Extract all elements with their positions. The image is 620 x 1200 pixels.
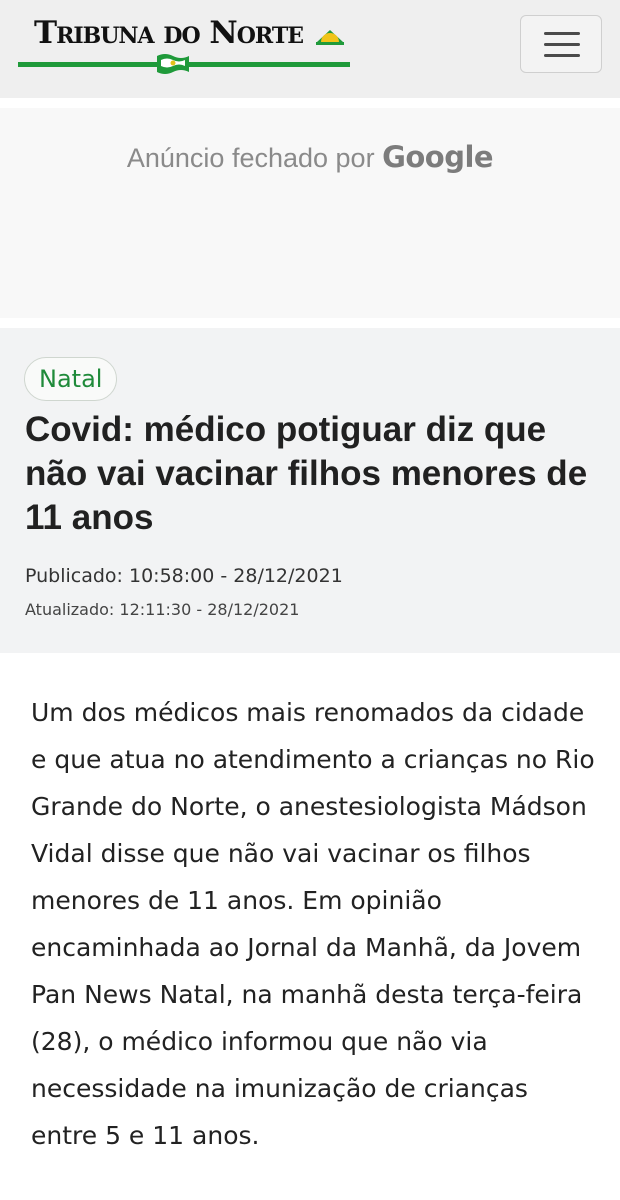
spacer [0, 98, 620, 108]
spacer [0, 318, 620, 328]
updated-date: Atualizado: 12:11:30 - 28/12/2021 [25, 600, 300, 619]
published-date: Publicado: 10:58:00 - 28/12/2021 [25, 565, 343, 587]
site-logo[interactable]: Tribuna do Norte [18, 12, 350, 76]
hamburger-menu-icon-bar [544, 54, 580, 57]
hamburger-menu-icon-bar [544, 43, 580, 46]
menu-button[interactable] [520, 15, 602, 73]
category-tag[interactable]: Natal [24, 357, 118, 401]
page: Tribuna do Norte Anúncio fechado por Goo… [0, 0, 620, 1200]
logo-text: Tribuna do Norte [34, 15, 304, 51]
article-title: Covid: médico potiguar diz que não vai v… [25, 410, 588, 537]
flag-icon [157, 54, 189, 74]
sun-emblem-icon [316, 30, 344, 45]
site-header: Tribuna do Norte [0, 0, 620, 98]
ad-closed-notice: Anúncio fechado por Google [0, 140, 620, 174]
ad-closed-text: Anúncio fechado por [126, 143, 375, 173]
google-brand: Google [382, 140, 494, 174]
article-body: Um dos médicos mais renomados da cidade … [31, 698, 595, 1150]
hamburger-menu-icon [544, 32, 580, 35]
